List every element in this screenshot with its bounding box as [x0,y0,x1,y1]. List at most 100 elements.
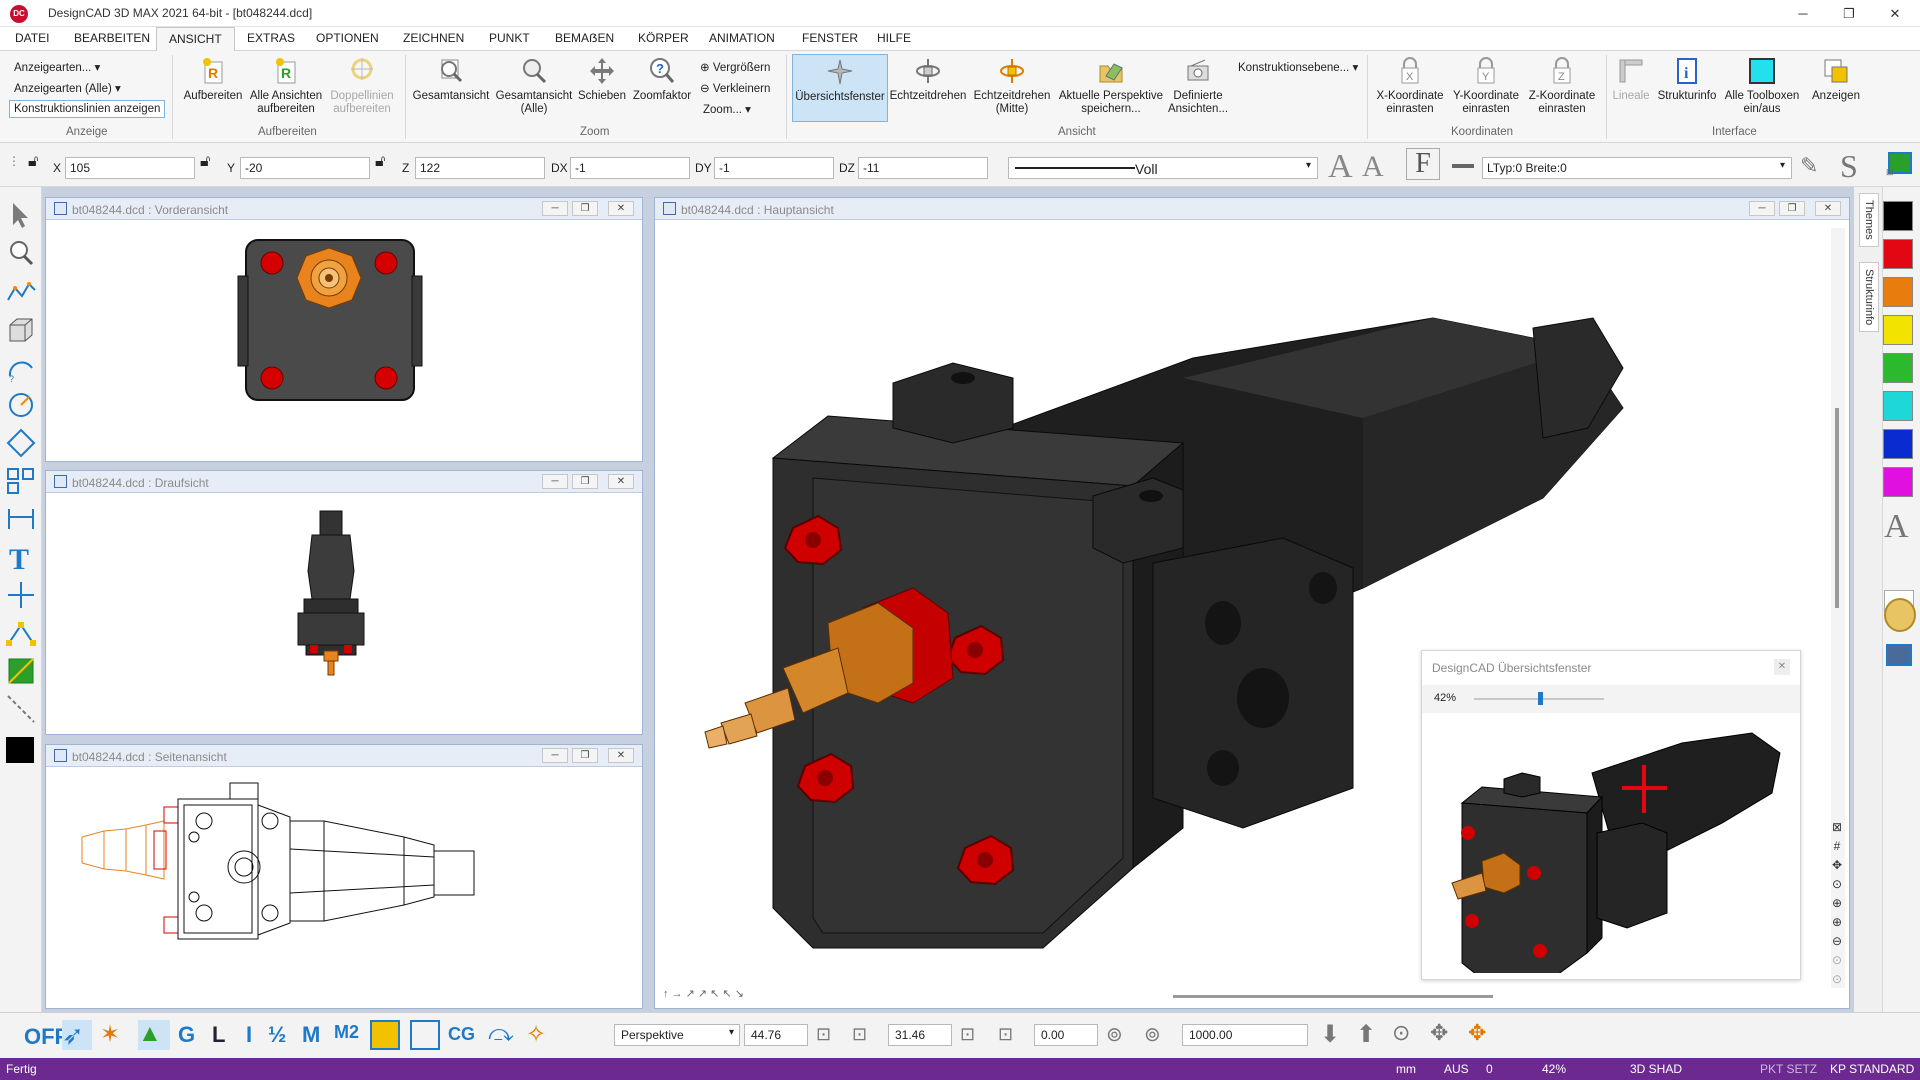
zoom-plus-icon[interactable]: ⊕ [1829,913,1845,932]
snap-triangle-icon[interactable]: ▲ [138,1020,170,1050]
snap-grid-icon[interactable]: G [178,1022,195,1048]
polygon-icon[interactable] [5,427,37,459]
gesamtansicht-alle-button[interactable]: Gesamtansicht (Alle) [492,56,576,116]
drawing-canvas-top[interactable] [54,501,634,730]
minimize-button[interactable]: ─ [542,474,568,489]
konstruktionsebene-dropdown[interactable]: Konstruktionsebene... ▾ [1238,60,1358,74]
hatch-icon[interactable] [5,655,37,687]
alle-ansichten-aufbereiten-button[interactable]: R Alle Ansichten aufbereiten [245,56,327,116]
grid-icon[interactable]: # [1829,837,1845,856]
menu-ansicht[interactable]: ANSICHT [156,27,235,52]
dx-input[interactable]: -1 [570,157,690,179]
arc-icon[interactable]: ? [5,352,37,384]
projection-select[interactable]: Perspektive ▾ [614,1024,740,1046]
move-up-icon[interactable]: ⬆ [1356,1020,1376,1049]
color-orange[interactable] [1883,277,1913,307]
text-style-icon[interactable]: A [1884,508,1909,546]
snap-tangent-icon[interactable]: ⤼ [488,1020,514,1048]
anzeigen-button[interactable]: Anzeigen [1806,56,1866,103]
menu-hilfe[interactable]: HILFE [877,31,911,45]
color-red[interactable] [1883,239,1913,269]
pipette-icon[interactable]: ✎ [1800,153,1818,179]
zoom-x-icon[interactable]: ⊙ [1392,1020,1410,1046]
aufbereiten-button[interactable]: R Aufbereiten [178,56,248,103]
camera-roll-icon[interactable]: ⊡ [960,1024,975,1045]
zoom-all-icon[interactable]: ⊙ [1829,970,1845,989]
window-top-view[interactable]: bt048244.dcd : Draufsicht ─ ❐ ✕ [45,470,643,735]
menu-fenster[interactable]: FENSTER [802,31,858,45]
window-side-view[interactable]: bt048244.dcd : Seitenansicht ─ ❐ ✕ [45,744,643,1009]
snap-center-icon[interactable] [370,1020,400,1050]
snap-midpoint-icon[interactable]: M [302,1022,320,1048]
color-blue[interactable] [1883,429,1913,459]
dy-input[interactable]: -1 [714,157,834,179]
view-angle-input[interactable]: 44.76 [744,1024,808,1046]
color-yellow[interactable] [1883,315,1913,345]
snap-line-icon[interactable]: L [212,1022,225,1048]
lock-icon[interactable]: 🔓︎ [200,153,210,171]
select-arrow-icon[interactable] [5,199,37,231]
menu-bearbeiten[interactable]: BEARBEITEN [74,31,150,45]
snap-nearest-icon[interactable]: ✶ [100,1020,120,1049]
array-icon[interactable] [5,465,37,497]
window-front-view[interactable]: bt048244.dcd : Vorderansicht ─ ❐ ✕ [45,197,643,462]
view-elevation-input[interactable]: 31.46 [888,1024,952,1046]
doppellinien-aufbereiten-button[interactable]: Doppellinien aufbereiten [326,56,398,116]
color-green[interactable] [1883,353,1913,383]
menu-zeichnen[interactable]: ZEICHNEN [403,31,464,45]
menu-punkt[interactable]: PUNKT [489,31,530,45]
current-color-swatch[interactable] [6,737,34,763]
color-magenta[interactable] [1883,467,1913,497]
dimension-icon[interactable] [5,503,37,535]
camera-tilt-icon[interactable]: ⊡ [852,1024,867,1045]
snap-intersection-icon[interactable]: I [246,1022,252,1048]
alle-toolboxen-button[interactable]: Alle Toolboxen ein/aus [1720,56,1804,116]
zoom-window-icon[interactable] [5,237,37,269]
view-twist-input[interactable]: 0.00 [1034,1024,1098,1046]
horizontal-scrollbar[interactable]: ↑ → ↗ ↗ ↖ ↖ ↘ [663,988,1809,1002]
minimize-button[interactable]: ─ [542,748,568,763]
camera-orbit-icon[interactable]: ⊚ [1106,1022,1123,1047]
minimize-button[interactable]: ─ [1749,201,1775,216]
style-icon[interactable]: S [1840,148,1858,185]
restore-button[interactable]: ❐ [1779,201,1805,216]
lock-icon[interactable]: 🔓︎ [28,153,38,171]
line-style-icon[interactable] [5,693,37,725]
color-cyan[interactable] [1883,391,1913,421]
lock-icon[interactable]: 🔓︎ [375,153,385,171]
rotate-icon[interactable]: ✥ [1430,1020,1448,1046]
zoom-in-icon[interactable]: ⊕ [1829,894,1845,913]
frame-icon[interactable]: ⊠ [1829,818,1845,837]
restore-button[interactable]: ❐ [572,474,598,489]
menu-bemassen[interactable]: BEMAẞEN [555,31,614,45]
close-button[interactable]: ✕ [1872,0,1918,27]
echtzeitdrehen-button[interactable]: Echtzeitdrehen [888,56,968,103]
overview-window[interactable]: DesignCAD Übersichtsfenster ✕ 42% [1421,650,1801,980]
gesamtansicht-button[interactable]: Gesamtansicht [410,56,492,103]
layers-icon[interactable] [1886,644,1912,666]
y-koordinate-einrasten-button[interactable]: Y Y-Koordinate einrasten [1448,56,1524,116]
line-width-icon[interactable] [1452,164,1474,168]
point-icon[interactable] [5,579,37,611]
color-black[interactable] [1883,201,1913,231]
snap-cg-icon[interactable]: CG [448,1024,475,1045]
rotate-center-icon[interactable]: ✥ [1468,1020,1486,1046]
uebersichtsfenster-button[interactable]: Übersichtsfenster [792,54,888,122]
palette-icon[interactable] [1884,598,1916,632]
close-button[interactable]: ✕ [608,201,634,216]
y-input[interactable]: -20 [240,157,370,179]
circle-icon[interactable] [5,389,37,421]
x-input[interactable]: 105 [65,157,195,179]
anzeigearten-alle-dropdown[interactable]: Anzeigearten (Alle) ▾ [14,81,121,95]
panel-pin-icon[interactable]: ⊞ [1886,167,1894,178]
snap-half-icon[interactable]: ½ [268,1022,286,1048]
z-input[interactable]: 122 [415,157,545,179]
tab-themes[interactable]: Themes [1859,193,1879,247]
menu-extras[interactable]: EXTRAS [247,31,295,45]
lineale-button[interactable]: Lineale [1610,56,1652,103]
menu-animation[interactable]: ANIMATION [709,31,775,45]
scrollbar-thumb[interactable] [1835,408,1839,608]
close-button[interactable]: ✕ [608,748,634,763]
strukturinfo-button[interactable]: i Strukturinfo [1652,56,1722,103]
z-koordinate-einrasten-button[interactable]: Z Z-Koordinate einrasten [1524,56,1600,116]
